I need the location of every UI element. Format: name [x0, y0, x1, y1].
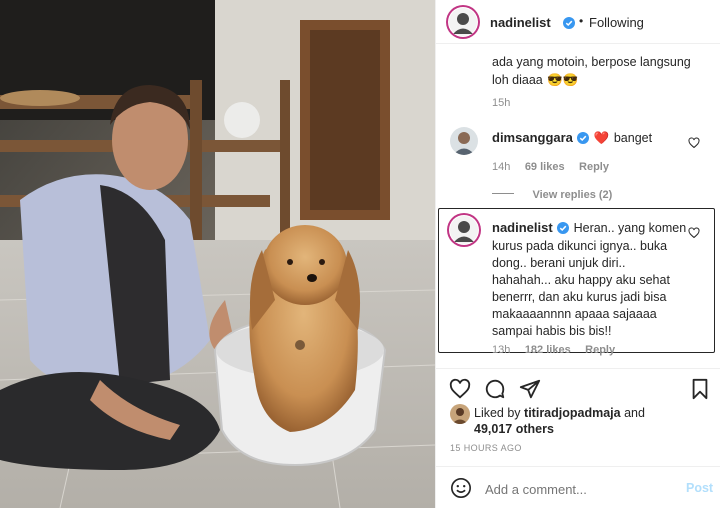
- commenter-avatar[interactable]: [449, 215, 479, 245]
- liker-avatar-image: [450, 404, 470, 424]
- comment-meta: 13h 182 likes Reply: [492, 340, 615, 358]
- reply-button[interactable]: Reply: [585, 344, 615, 356]
- likes-summary: Liked by titiradjopadmaja and 49,017 oth…: [474, 405, 694, 437]
- comment-emoji: ❤️: [593, 131, 610, 145]
- comment-like-icon[interactable]: [688, 136, 700, 154]
- commenter-avatar-image: [450, 216, 478, 244]
- avatar[interactable]: [448, 7, 478, 37]
- comment-text-line: hahahah... aku happy aku sehat: [492, 273, 670, 287]
- likes-prefix: Liked by: [474, 406, 521, 420]
- reply-button[interactable]: Reply: [579, 161, 609, 173]
- post-comment-button[interactable]: Post: [686, 481, 713, 495]
- comment-text-line: makaaaannnn apaaa sajaaaa: [492, 307, 657, 321]
- comment-text-line: kurus pada dikunci ignya.. buka: [492, 239, 668, 253]
- caption-text: ada yang motoin, berpose langsung loh di…: [492, 55, 691, 87]
- caption-emoji: 😎😎: [547, 73, 579, 87]
- view-replies-line: [492, 193, 514, 195]
- avatar-image: [449, 8, 477, 36]
- comment-time[interactable]: 14h: [492, 161, 510, 173]
- photo-illustration: [0, 0, 435, 508]
- comment-body: nadinelist Heran.. yang komen kurus pada…: [492, 219, 692, 340]
- likes-conj: and: [624, 406, 645, 420]
- comment-time[interactable]: 13h: [492, 344, 510, 356]
- verified-badge-icon: [577, 131, 590, 149]
- bookmark-icon[interactable]: [690, 378, 710, 405]
- add-comment-bar: Post: [436, 466, 720, 508]
- heart-icon[interactable]: [449, 378, 471, 405]
- post-header: nadinelist • Following: [436, 0, 720, 44]
- comment-username[interactable]: dimsanggara: [492, 130, 573, 145]
- comment-text-line: Heran.. yang komen: [573, 221, 687, 235]
- comment-username[interactable]: nadinelist: [492, 220, 553, 235]
- comment-likes[interactable]: 182 likes: [525, 344, 571, 356]
- commenter-avatar-image: [450, 127, 478, 155]
- comment-likes[interactable]: 69 likes: [525, 161, 565, 173]
- liker-username[interactable]: titiradjopadmaja: [524, 406, 621, 420]
- header-separator: •: [579, 14, 584, 28]
- post-photo[interactable]: [0, 0, 435, 508]
- smiley-icon[interactable]: [450, 477, 472, 504]
- comment-body: dimsanggara ❤️ banget: [492, 129, 692, 149]
- comment-like-icon[interactable]: [688, 226, 700, 244]
- post-side-panel: nadinelist • Following ada yang motoin, …: [435, 0, 720, 508]
- post-author-username[interactable]: nadinelist: [490, 15, 551, 30]
- liker-avatar[interactable]: [450, 404, 470, 424]
- comment-text: banget: [613, 131, 653, 145]
- verified-badge-icon: [563, 16, 575, 34]
- verified-badge-icon: [557, 221, 570, 238]
- caption-continuation: ada yang motoin, berpose langsung loh di…: [492, 53, 702, 89]
- add-comment-input[interactable]: [483, 478, 677, 500]
- comment-text-line: sampai habis bis bis!!: [492, 324, 612, 338]
- comment-text-line: benerrr, dan aku kurus jadi bisa: [492, 290, 667, 304]
- comment-meta: 14h 69 likes Reply: [492, 157, 609, 175]
- comment-text-line: dong.. berani unjuk diri..: [492, 256, 626, 270]
- post-timestamp[interactable]: 15 HOURS AGO: [450, 443, 522, 453]
- action-bar: [436, 368, 720, 408]
- caption-time[interactable]: 15h: [492, 97, 510, 109]
- following-button[interactable]: Following: [589, 15, 644, 30]
- view-replies-label: View replies (2): [532, 189, 613, 201]
- comment-icon[interactable]: [484, 378, 506, 405]
- view-replies-button[interactable]: View replies (2): [492, 185, 612, 203]
- likes-count[interactable]: 49,017 others: [474, 422, 554, 436]
- commenter-avatar[interactable]: [450, 127, 478, 155]
- paper-plane-icon[interactable]: [519, 378, 541, 405]
